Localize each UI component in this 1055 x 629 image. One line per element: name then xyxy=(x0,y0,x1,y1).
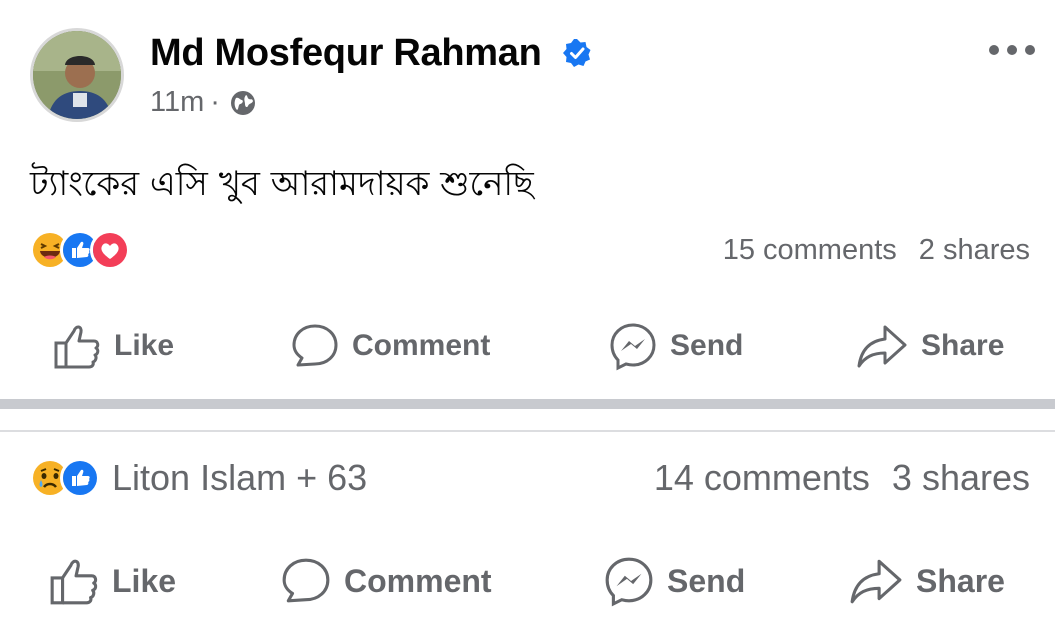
avatar[interactable] xyxy=(30,28,124,122)
like-button[interactable]: Like xyxy=(48,551,176,611)
send-button[interactable]: Send xyxy=(608,316,743,376)
comment-icon xyxy=(292,324,338,367)
post1-reactions[interactable] xyxy=(30,228,130,272)
comment-label: Comment xyxy=(344,562,492,599)
like-label: Like xyxy=(112,562,177,599)
post1-counts: 15 comments 2 shares xyxy=(723,228,1030,272)
comment-icon xyxy=(282,558,330,603)
post2-counts: 14 comments 3 shares xyxy=(654,456,1030,500)
post2-action-bar: Like Comment Send Share xyxy=(0,551,1055,611)
send-label: Send xyxy=(667,562,746,599)
post-time[interactable]: 11m xyxy=(150,86,204,119)
like-icon xyxy=(60,458,100,498)
post-divider-thin xyxy=(0,430,1055,432)
post-header: Md Mosfequr Rahman 11m · xyxy=(30,28,1035,124)
share-icon xyxy=(850,559,902,604)
share-button[interactable]: Share xyxy=(855,316,1004,376)
comment-button[interactable]: Comment xyxy=(280,551,492,611)
post-meta: 11m · xyxy=(150,86,256,119)
author-name[interactable]: Md Mosfequr Rahman xyxy=(150,32,542,75)
send-button[interactable]: Send xyxy=(603,551,745,611)
verified-badge-icon xyxy=(563,39,591,67)
like-label: Like xyxy=(114,329,175,362)
comment-label: Comment xyxy=(352,329,491,362)
avatar-photo xyxy=(33,31,121,119)
love-icon xyxy=(90,230,130,270)
messenger-icon xyxy=(605,557,653,607)
share-label: Share xyxy=(921,329,1005,362)
messenger-icon xyxy=(610,323,656,371)
more-options-icon[interactable] xyxy=(988,42,1036,58)
post2-stats: Liton Islam + 63 14 comments 3 shares xyxy=(30,456,1030,500)
reaction-names[interactable]: Liton Islam + 63 xyxy=(112,457,367,499)
shares-count[interactable]: 2 shares xyxy=(919,234,1030,267)
globe-icon xyxy=(230,90,255,115)
post1-stats: 15 comments 2 shares xyxy=(30,228,1030,272)
share-icon xyxy=(857,325,907,368)
meta-separator: · xyxy=(210,86,220,118)
post-divider xyxy=(0,399,1055,409)
comments-count[interactable]: 14 comments xyxy=(654,457,870,499)
comments-count[interactable]: 15 comments xyxy=(723,234,897,267)
post1-action-bar: Like Comment Send Share xyxy=(0,316,1055,376)
thumbs-up-icon xyxy=(54,325,100,369)
post2-reactions[interactable]: Liton Islam + 63 xyxy=(30,456,367,500)
post-text: ট্যাংকের এসি খুব আরামদায়ক শুনেছি xyxy=(30,164,534,204)
share-label: Share xyxy=(916,562,1005,599)
comment-button[interactable]: Comment xyxy=(290,316,490,376)
share-button[interactable]: Share xyxy=(848,551,1005,611)
send-label: Send xyxy=(670,329,744,362)
shares-count[interactable]: 3 shares xyxy=(892,457,1030,499)
like-button[interactable]: Like xyxy=(52,316,174,376)
thumbs-up-icon xyxy=(50,559,98,605)
